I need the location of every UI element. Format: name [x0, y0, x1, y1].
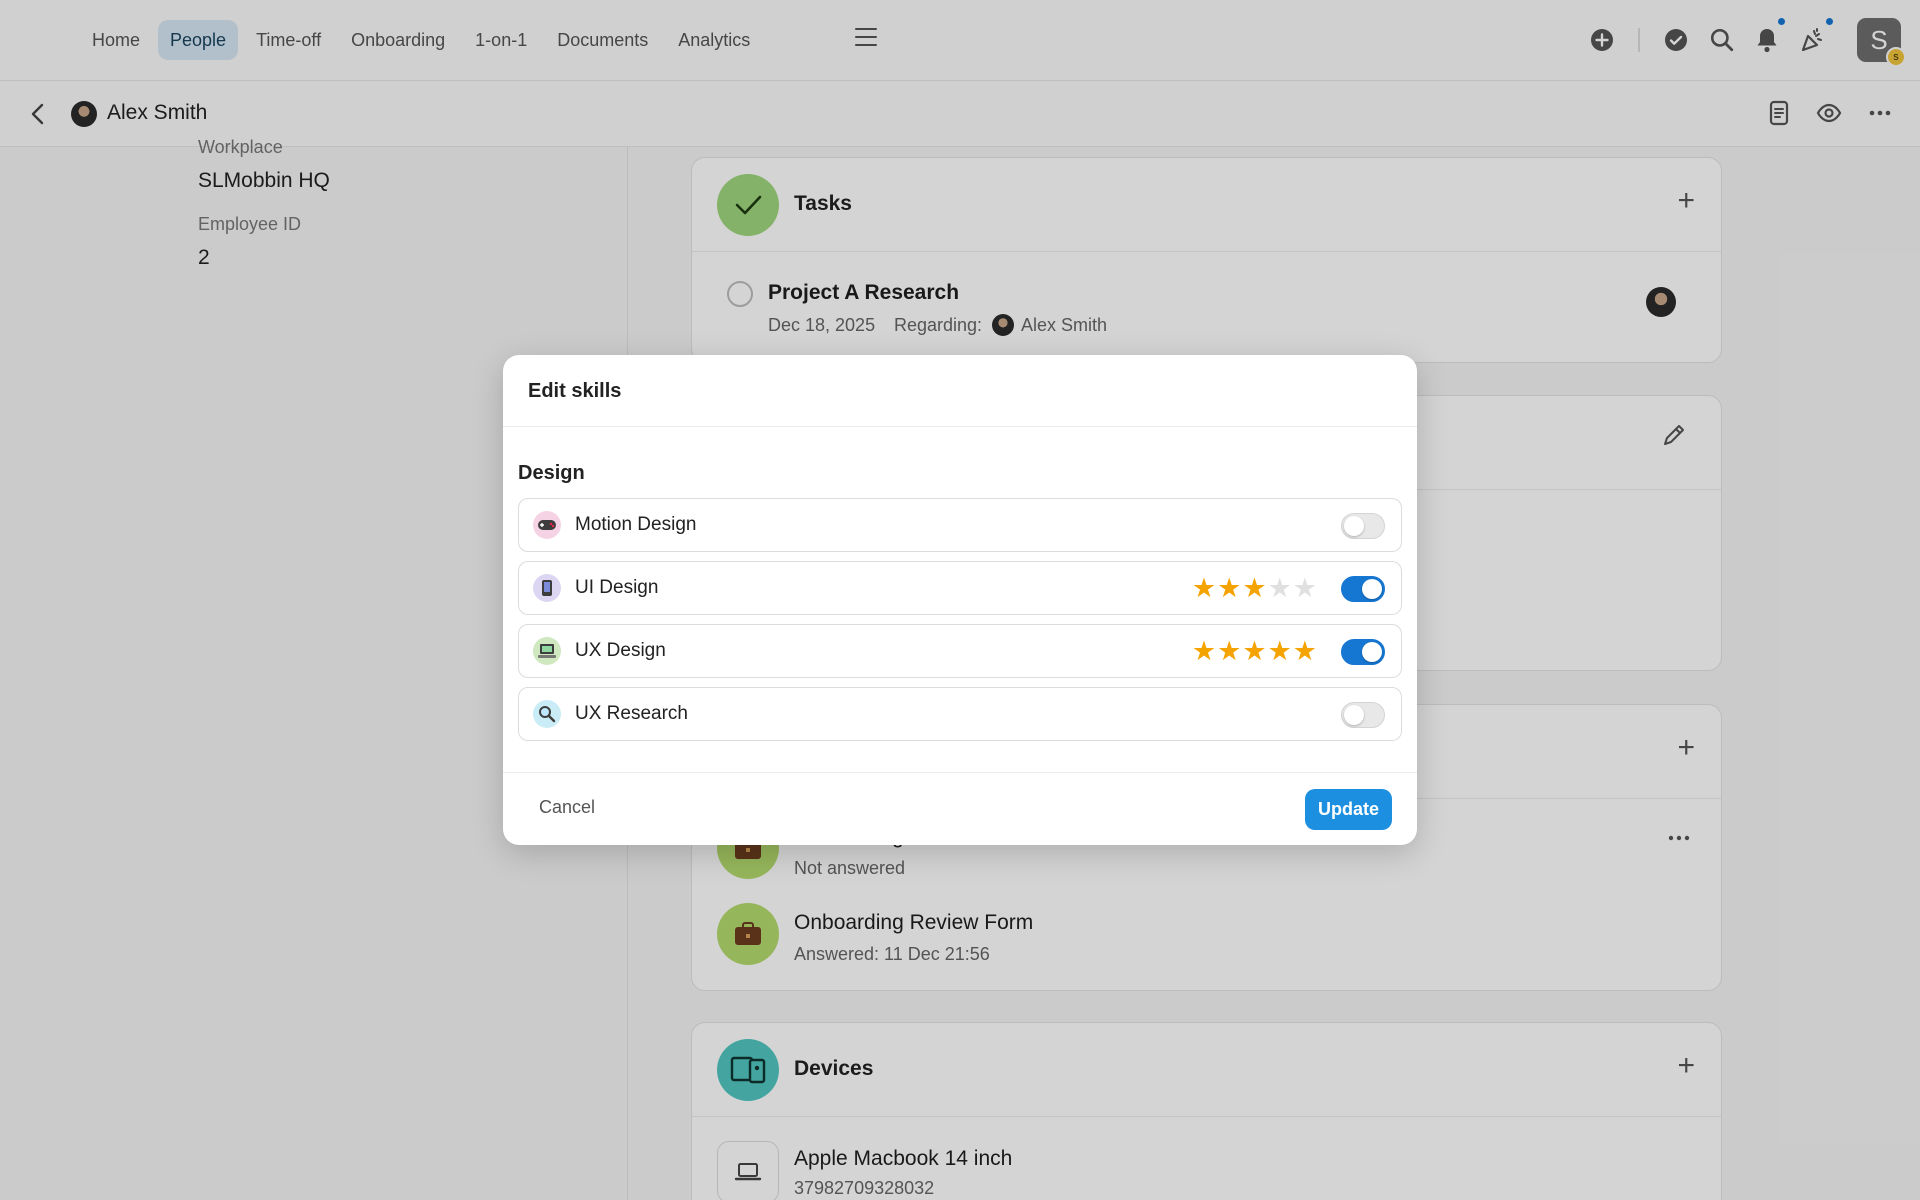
- update-button[interactable]: Update: [1304, 789, 1392, 830]
- skill-name: UX Design: [575, 640, 666, 661]
- skill-rating-ux-design[interactable]: ★ ★ ★ ★ ★: [1192, 637, 1317, 665]
- cancel-button[interactable]: Cancel: [525, 793, 609, 822]
- skill-toggle-motion-design[interactable]: [1341, 513, 1385, 539]
- magnifier-icon: [533, 700, 561, 728]
- game-controller-icon: [533, 511, 561, 539]
- skill-row-ux-design: UX Design ★ ★ ★ ★ ★: [518, 624, 1402, 678]
- skill-row-ux-research: UX Research: [518, 687, 1402, 741]
- star-icon[interactable]: ★: [1242, 637, 1266, 665]
- star-icon[interactable]: ★: [1242, 574, 1266, 602]
- skill-name: Motion Design: [575, 514, 697, 535]
- skill-toggle-ux-research[interactable]: [1341, 702, 1385, 728]
- edit-skills-modal: Edit skills Design Motion Design UI Desi…: [503, 355, 1417, 845]
- star-icon[interactable]: ★: [1192, 637, 1216, 665]
- star-icon[interactable]: ★: [1268, 637, 1292, 665]
- skill-row-ui-design: UI Design ★ ★ ★ ★ ★: [518, 561, 1402, 615]
- skill-name: UI Design: [575, 577, 659, 598]
- star-icon[interactable]: ★: [1217, 637, 1241, 665]
- laptop-icon: [533, 637, 561, 665]
- skill-toggle-ui-design[interactable]: [1341, 576, 1385, 602]
- skill-toggle-ux-design[interactable]: [1341, 639, 1385, 665]
- star-icon[interactable]: ★: [1268, 574, 1292, 602]
- modal-header: Edit skills: [503, 355, 1417, 427]
- mobile-phone-icon: [533, 574, 561, 602]
- skill-group-title: Design: [518, 462, 585, 484]
- skill-name: UX Research: [575, 703, 688, 724]
- star-icon[interactable]: ★: [1293, 637, 1317, 665]
- star-icon[interactable]: ★: [1192, 574, 1216, 602]
- skill-row-motion-design: Motion Design: [518, 498, 1402, 552]
- star-icon[interactable]: ★: [1293, 574, 1317, 602]
- star-icon[interactable]: ★: [1217, 574, 1241, 602]
- modal-title: Edit skills: [528, 380, 622, 402]
- skill-rating-ui-design[interactable]: ★ ★ ★ ★ ★: [1192, 574, 1317, 602]
- modal-footer: Cancel Update: [503, 772, 1417, 845]
